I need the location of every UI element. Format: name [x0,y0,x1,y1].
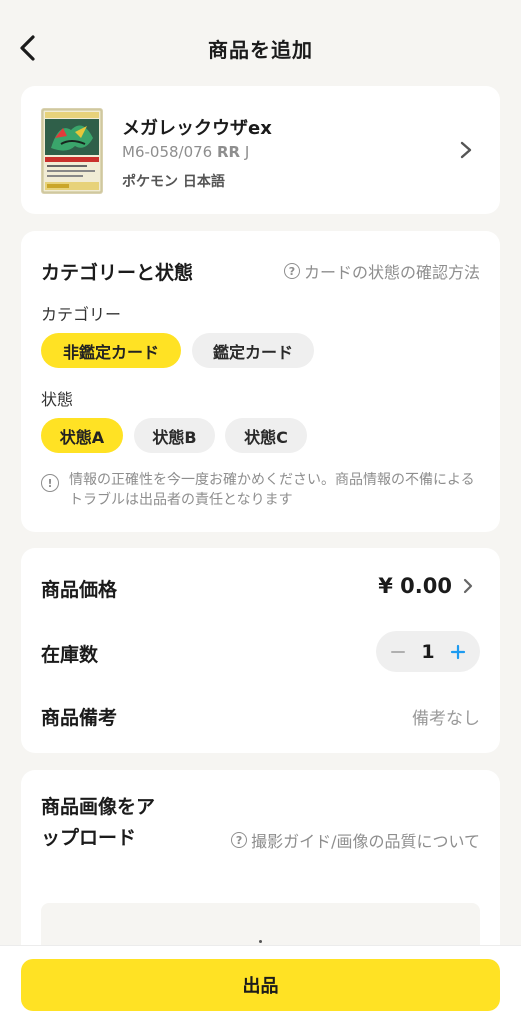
condition-help-link[interactable]: ? カードの状態の確認方法 [283,259,480,283]
accuracy-notice: ! 情報の正確性を今一度お確かめください。商品情報の不備によるトラブルは出品者の… [41,470,486,510]
memo-field[interactable]: 備考なし [412,704,480,729]
condition-help-text: カードの状態の確認方法 [303,263,480,282]
stock-quantity: 1 [421,640,435,663]
section-title-category: カテゴリーと状態 [41,262,194,284]
add-product-screen: 商品を追加 メガレックウザex M6-058/076 RR J ポケモン 日本語… [0,0,521,1024]
memo-label: 商品備考 [41,707,118,729]
plus-icon [450,644,466,659]
exclamation-icon: ! [41,474,59,492]
card-number: M6-058/076 [122,143,213,161]
price-label: 商品価格 [41,579,118,601]
header: 商品を追加 [0,0,521,92]
chip-condition-a[interactable]: 状態A [41,418,123,453]
language-code: J [244,143,250,161]
chevron-right-icon [463,578,473,594]
photo-guide-link[interactable]: ? 撮影ガイド/画像の品質について [231,828,480,852]
page-title: 商品を追加 [208,38,313,62]
price-value: ¥ 0.00 [378,574,452,598]
increment-button[interactable] [448,642,468,662]
photo-guide-text: 撮影ガイド/画像の品質について [251,832,480,851]
product-code: M6-058/076 RR J [122,143,249,161]
quantity-stepper: 1 [376,631,480,672]
chevron-right-icon [460,141,472,159]
category-condition-card: カテゴリーと状態 ? カードの状態の確認方法 カテゴリー 非鑑定カード 鑑定カー… [21,231,500,532]
question-icon: ? [231,832,248,848]
bottom-action-bar: 出品 [0,945,521,1024]
product-summary-card[interactable]: メガレックウザex M6-058/076 RR J ポケモン 日本語 [21,86,500,214]
price-field[interactable]: ¥ 0.00 [378,574,474,598]
product-game: ポケモン 日本語 [122,174,225,190]
upload-title: 商品画像をアップロード [41,796,156,849]
rarity-label: RR [217,143,241,161]
chip-ungraded-card[interactable]: 非鑑定カード [41,333,181,368]
condition-label: 状態 [41,390,74,409]
minus-icon [391,650,405,653]
upload-placeholder-mark [259,940,262,943]
stock-label: 在庫数 [41,644,99,666]
decrement-button[interactable] [388,642,408,662]
question-icon: ? [283,263,300,279]
chip-graded-card[interactable]: 鑑定カード [192,333,314,368]
chip-condition-c[interactable]: 状態C [225,418,307,453]
notice-text: 情報の正確性を今一度お確かめください。商品情報の不備によるトラブルは出品者の責任… [69,472,475,508]
category-label: カテゴリー [41,305,122,324]
list-item-button[interactable]: 出品 [21,959,500,1011]
chip-condition-b[interactable]: 状態B [134,418,215,453]
card-thumbnail [41,108,103,194]
product-name: メガレックウザex [122,118,272,139]
product-details-card: 商品価格 ¥ 0.00 在庫数 1 商品備考 備考なし [21,548,500,753]
